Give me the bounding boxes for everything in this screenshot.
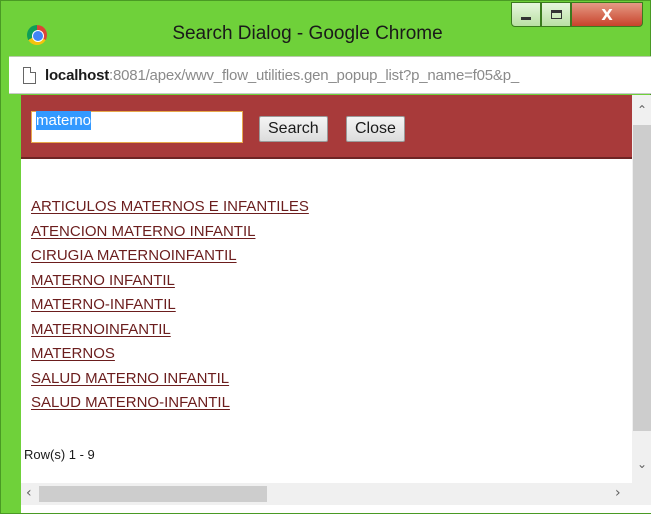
result-link[interactable]: ARTICULOS MATERNOS E INFANTILES	[31, 195, 309, 220]
scroll-left-icon[interactable]: ‹	[26, 485, 32, 501]
results-list: ARTICULOS MATERNOS E INFANTILES ATENCION…	[31, 195, 309, 416]
search-button[interactable]: Search	[259, 116, 328, 142]
horizontal-scrollbar[interactable]: ‹ ›	[21, 483, 632, 505]
minimize-button[interactable]	[511, 2, 541, 27]
window-close-button[interactable]: X	[571, 2, 643, 27]
minimize-icon	[521, 17, 531, 20]
scrollbar-corner	[632, 483, 651, 505]
result-link[interactable]: MATERNOS	[31, 342, 309, 367]
result-link[interactable]: MATERNOINFANTIL	[31, 318, 309, 343]
address-bar[interactable]: localhost:8081/apex/wwv_flow_utilities.g…	[9, 56, 651, 94]
row-count: Row(s) 1 - 9	[24, 447, 95, 462]
result-link[interactable]: ATENCION MATERNO INFANTIL	[31, 220, 309, 245]
search-toolbar: materno Search Close	[21, 95, 632, 159]
result-link[interactable]: SALUD MATERNO-INFANTIL	[31, 391, 309, 416]
result-link[interactable]: MATERNO INFANTIL	[31, 269, 309, 294]
search-input[interactable]: materno	[31, 111, 243, 143]
result-link[interactable]: MATERNO-INFANTIL	[31, 293, 309, 318]
page-icon	[23, 67, 36, 84]
url-text[interactable]: localhost:8081/apex/wwv_flow_utilities.g…	[45, 67, 519, 84]
vertical-scroll-thumb[interactable]	[633, 125, 651, 431]
result-link[interactable]: CIRUGIA MATERNOINFANTIL	[31, 244, 309, 269]
vertical-scrollbar[interactable]: ⌃ ⌄	[632, 95, 651, 483]
result-link[interactable]: SALUD MATERNO INFANTIL	[31, 367, 309, 392]
search-input-value: materno	[36, 111, 92, 130]
page-content: materno Search Close ARTICULOS MATERNOS …	[21, 95, 651, 513]
close-icon: X	[601, 5, 613, 24]
maximize-button[interactable]	[541, 2, 571, 27]
scroll-down-icon[interactable]: ⌄	[637, 457, 647, 471]
horizontal-scroll-thumb[interactable]	[39, 486, 267, 502]
scroll-right-icon[interactable]: ›	[615, 485, 621, 501]
url-host: localhost	[45, 67, 110, 84]
title-bar[interactable]: Search Dialog - Google Chrome X	[1, 1, 651, 56]
browser-window: Search Dialog - Google Chrome X localhos…	[0, 0, 651, 514]
maximize-icon	[550, 10, 562, 19]
url-path: :8081/apex/wwv_flow_utilities.gen_popup_…	[109, 67, 519, 84]
scroll-up-icon[interactable]: ⌃	[637, 103, 647, 117]
close-button[interactable]: Close	[346, 116, 405, 142]
